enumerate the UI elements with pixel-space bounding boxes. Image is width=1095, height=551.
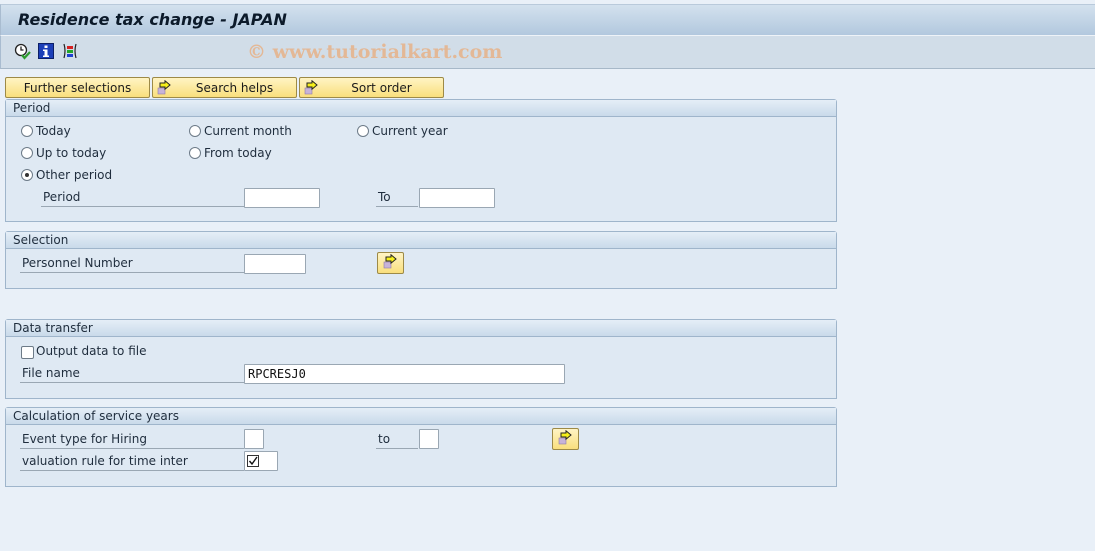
radio-label: From today: [204, 146, 272, 160]
service-years-group: Calculation of service years Event type …: [5, 407, 837, 487]
radio-button[interactable]: [21, 125, 33, 137]
file-name-label: File name: [20, 365, 244, 383]
arrow-right-icon: [558, 429, 574, 449]
get-variant-icon[interactable]: [61, 42, 79, 60]
radio-button-selected[interactable]: [21, 169, 33, 181]
radio-today[interactable]: Today: [21, 124, 71, 138]
search-helps-button[interactable]: Search helps: [152, 77, 297, 98]
radio-label: Up to today: [36, 146, 107, 160]
multiple-selection-button[interactable]: [552, 428, 579, 450]
info-icon[interactable]: [37, 42, 55, 60]
title-bar: Residence tax change - JAPAN: [0, 4, 1095, 35]
arrow-right-icon: [157, 79, 173, 99]
radio-button[interactable]: [189, 147, 201, 159]
radio-current-year[interactable]: Current year: [357, 124, 448, 138]
selection-group: Selection Personnel Number: [5, 231, 837, 289]
application-toolbar: © www.tutorialkart.com: [0, 35, 1095, 69]
radio-button[interactable]: [357, 125, 369, 137]
arrow-right-icon: [304, 79, 320, 99]
period-to-label: To: [376, 189, 418, 207]
event-type-to-label: to: [376, 431, 418, 449]
watermark: © www.tutorialkart.com: [247, 41, 503, 63]
period-label: Period: [41, 189, 244, 207]
sort-order-button[interactable]: Sort order: [299, 77, 444, 98]
personnel-number-input[interactable]: [244, 254, 306, 274]
sort-order-label: Sort order: [351, 80, 412, 95]
multiple-selection-button[interactable]: [377, 252, 404, 274]
page-title: Residence tax change - JAPAN: [18, 10, 287, 29]
valuation-rule-field[interactable]: [244, 451, 278, 471]
event-type-from-input[interactable]: [244, 429, 264, 449]
period-from-input[interactable]: [244, 188, 320, 208]
service-years-group-title: Calculation of service years: [6, 408, 836, 425]
further-selections-label: Further selections: [23, 80, 132, 95]
output-to-file-checkbox[interactable]: [21, 346, 34, 359]
valuation-rule-label: valuation rule for time inter: [20, 453, 244, 471]
radio-button[interactable]: [21, 147, 33, 159]
radio-label: Today: [36, 124, 71, 138]
radio-button[interactable]: [189, 125, 201, 137]
radio-current-month[interactable]: Current month: [189, 124, 292, 138]
radio-other-period[interactable]: Other period: [21, 168, 112, 182]
event-type-label: Event type for Hiring: [20, 431, 244, 449]
radio-label: Other period: [36, 168, 113, 182]
period-group: Period Today Current month Current year …: [5, 99, 837, 222]
output-to-file-label: Output data to file: [36, 344, 147, 358]
radio-label: Current month: [204, 124, 292, 138]
data-transfer-group: Data transfer Output data to file File n…: [5, 319, 837, 399]
selection-group-title: Selection: [6, 232, 836, 249]
period-to-input[interactable]: [419, 188, 495, 208]
file-name-input[interactable]: RPCRESJ0: [244, 364, 565, 384]
execute-icon[interactable]: [13, 42, 31, 60]
radio-from-today[interactable]: From today: [189, 146, 272, 160]
checkmark-icon: [247, 455, 259, 470]
data-transfer-group-title: Data transfer: [6, 320, 836, 337]
further-selections-button[interactable]: Further selections: [5, 77, 150, 98]
period-group-title: Period: [6, 100, 836, 117]
arrow-right-icon: [383, 253, 399, 273]
radio-label: Current year: [372, 124, 448, 138]
radio-up-to-today[interactable]: Up to today: [21, 146, 106, 160]
event-type-to-input[interactable]: [419, 429, 439, 449]
personnel-number-label: Personnel Number: [20, 255, 244, 273]
search-helps-label: Search helps: [195, 80, 274, 95]
